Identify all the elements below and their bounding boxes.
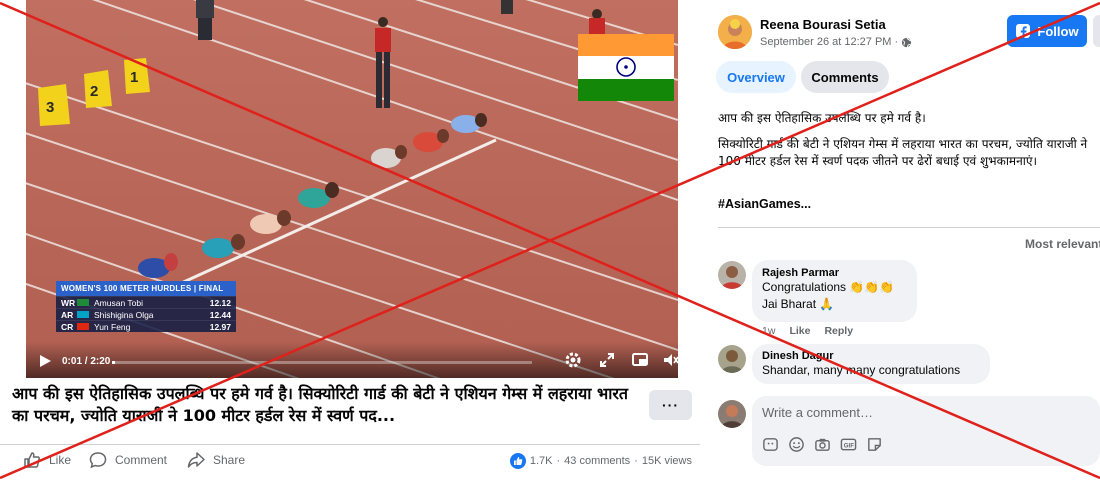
time-readout: 0:01 / 2:20	[62, 356, 111, 367]
author-avatar[interactable]	[718, 15, 752, 49]
sticker-icon[interactable]	[866, 436, 883, 453]
comment-input[interactable]	[762, 405, 1082, 420]
record-time: 12.97	[209, 321, 231, 332]
share-icon	[187, 452, 205, 468]
like-button[interactable]: Like	[22, 450, 71, 470]
play-icon[interactable]	[38, 354, 52, 368]
svg-text:3: 3	[46, 99, 54, 116]
comment-time[interactable]: 1w	[762, 325, 775, 337]
india-flag	[578, 34, 674, 101]
commenter-avatar[interactable]	[718, 261, 746, 289]
country-flag	[77, 299, 89, 306]
more-options-button[interactable]: ···	[649, 390, 692, 420]
thumbs-up-icon	[24, 452, 40, 468]
comment-count[interactable]: 43 comments	[564, 455, 630, 467]
post-text-body: सिक्योरिटी गार्ड की बेटी ने एशियन गेम्स …	[718, 137, 1088, 168]
follow-label: Follow	[1037, 23, 1079, 39]
country-flag	[77, 323, 89, 330]
video-player[interactable]: 3 2 1 WOMEN'S 100 METER HURDLES | FINAL …	[26, 0, 678, 378]
follow-button[interactable]: Follow	[1007, 15, 1087, 47]
official-figure	[196, 0, 214, 40]
comment-label: Comment	[115, 453, 168, 467]
post-text-line1: आप की इस ऐतिहासिक उपलब्धि पर हमे गर्व है…	[718, 111, 926, 125]
volume-icon[interactable]	[662, 351, 678, 369]
overflow-button[interactable]	[1093, 15, 1100, 47]
emoji-icon[interactable]	[788, 436, 805, 453]
like-reaction-icon	[509, 453, 526, 469]
facebook-page-icon	[1016, 24, 1031, 38]
overlay-row: CR Yun Feng 12.97	[56, 320, 236, 332]
country-flag	[77, 311, 89, 318]
post-meta: September 26 at 12:27 PM ·	[760, 36, 912, 48]
post-timestamp[interactable]: September 26 at 12:27 PM ·	[760, 36, 898, 48]
current-user-avatar[interactable]	[718, 400, 746, 428]
view-count: 15K views	[641, 455, 692, 467]
post-action-bar: Like Comment Share 1.7K · 43 comments · …	[0, 444, 700, 474]
camera-icon[interactable]	[814, 436, 831, 453]
tab-comments[interactable]: Comments	[801, 61, 889, 93]
video-controls: 0:01 / 2:20	[26, 342, 678, 378]
comment-author[interactable]: Rajesh Parmar	[762, 267, 907, 279]
globe-icon	[902, 37, 912, 47]
comment-text: Jai Bharat 🙏	[762, 297, 835, 311]
post-stats: 1.7K · 43 comments · 15K views	[509, 453, 692, 469]
fullscreen-icon[interactable]	[598, 351, 616, 369]
results-overlay: WOMEN'S 100 METER HURDLES | FINAL WR Amu…	[56, 281, 236, 332]
athlete-name: Yun Feng	[94, 321, 131, 332]
reaction-count[interactable]: 1.7K	[530, 455, 553, 467]
tab-overview[interactable]: Overview	[716, 61, 796, 93]
commenter-avatar[interactable]	[718, 345, 746, 373]
comment-composer: GIF	[752, 396, 1100, 466]
record-time: 12.12	[209, 297, 231, 308]
overlay-row: AR Shishigina Olga 12.44	[56, 308, 236, 320]
svg-text:2: 2	[90, 83, 98, 100]
gif-icon[interactable]: GIF	[840, 436, 857, 453]
record-time: 12.44	[209, 309, 231, 320]
comment-like-button[interactable]: Like	[789, 325, 810, 337]
comment-text: Congratulations 👏👏👏	[762, 280, 895, 294]
composer-tools: GIF	[762, 436, 883, 453]
comment-icon	[89, 452, 107, 469]
hashtag-link[interactable]: #AsianGames...	[718, 197, 811, 211]
record-code: WR	[61, 297, 76, 308]
progress-fill	[112, 361, 116, 364]
record-code: CR	[61, 321, 74, 332]
share-label: Share	[213, 453, 246, 467]
progress-bar[interactable]	[112, 361, 532, 364]
record-code: AR	[61, 309, 74, 320]
overlay-title: WOMEN'S 100 METER HURDLES | FINAL	[56, 281, 236, 296]
post-title: आप की इस ऐतिहासिक उपलब्धि पर हमे गर्व है…	[12, 384, 629, 425]
comment-sort-dropdown[interactable]: Most relevant	[1025, 237, 1100, 251]
comment-text: Shandar, many many congratulations	[762, 363, 961, 377]
post-details-panel: Reena Bourasi Setia September 26 at 12:2…	[708, 0, 1100, 481]
divider	[718, 227, 1100, 228]
share-button[interactable]: Share	[186, 450, 245, 470]
comment-reply-button[interactable]: Reply	[824, 325, 853, 337]
comment-bubble: Dinesh Dagur Shandar, many many congratu…	[752, 344, 990, 384]
picture-in-picture-icon[interactable]	[631, 351, 649, 369]
athlete-name: Amusan Tobi	[94, 297, 143, 308]
overlay-row: WR Amusan Tobi 12.12	[56, 296, 236, 308]
like-label: Like	[49, 453, 72, 467]
settings-icon[interactable]	[564, 351, 582, 369]
comment-button[interactable]: Comment	[88, 450, 167, 470]
athlete-name: Shishigina Olga	[94, 309, 154, 320]
video-post-panel: 3 2 1 WOMEN'S 100 METER HURDLES | FINAL …	[0, 0, 708, 481]
author-name[interactable]: Reena Bourasi Setia	[760, 17, 886, 32]
svg-text:GIF: GIF	[844, 442, 854, 449]
comment-bubble: Rajesh Parmar Congratulations 👏👏👏 Jai Bh…	[752, 260, 917, 322]
svg-text:1: 1	[130, 69, 138, 86]
comment-author[interactable]: Dinesh Dagur	[762, 350, 980, 362]
avatar-sticker-icon[interactable]	[762, 436, 779, 453]
comment-actions: 1w Like Reply	[762, 325, 853, 337]
